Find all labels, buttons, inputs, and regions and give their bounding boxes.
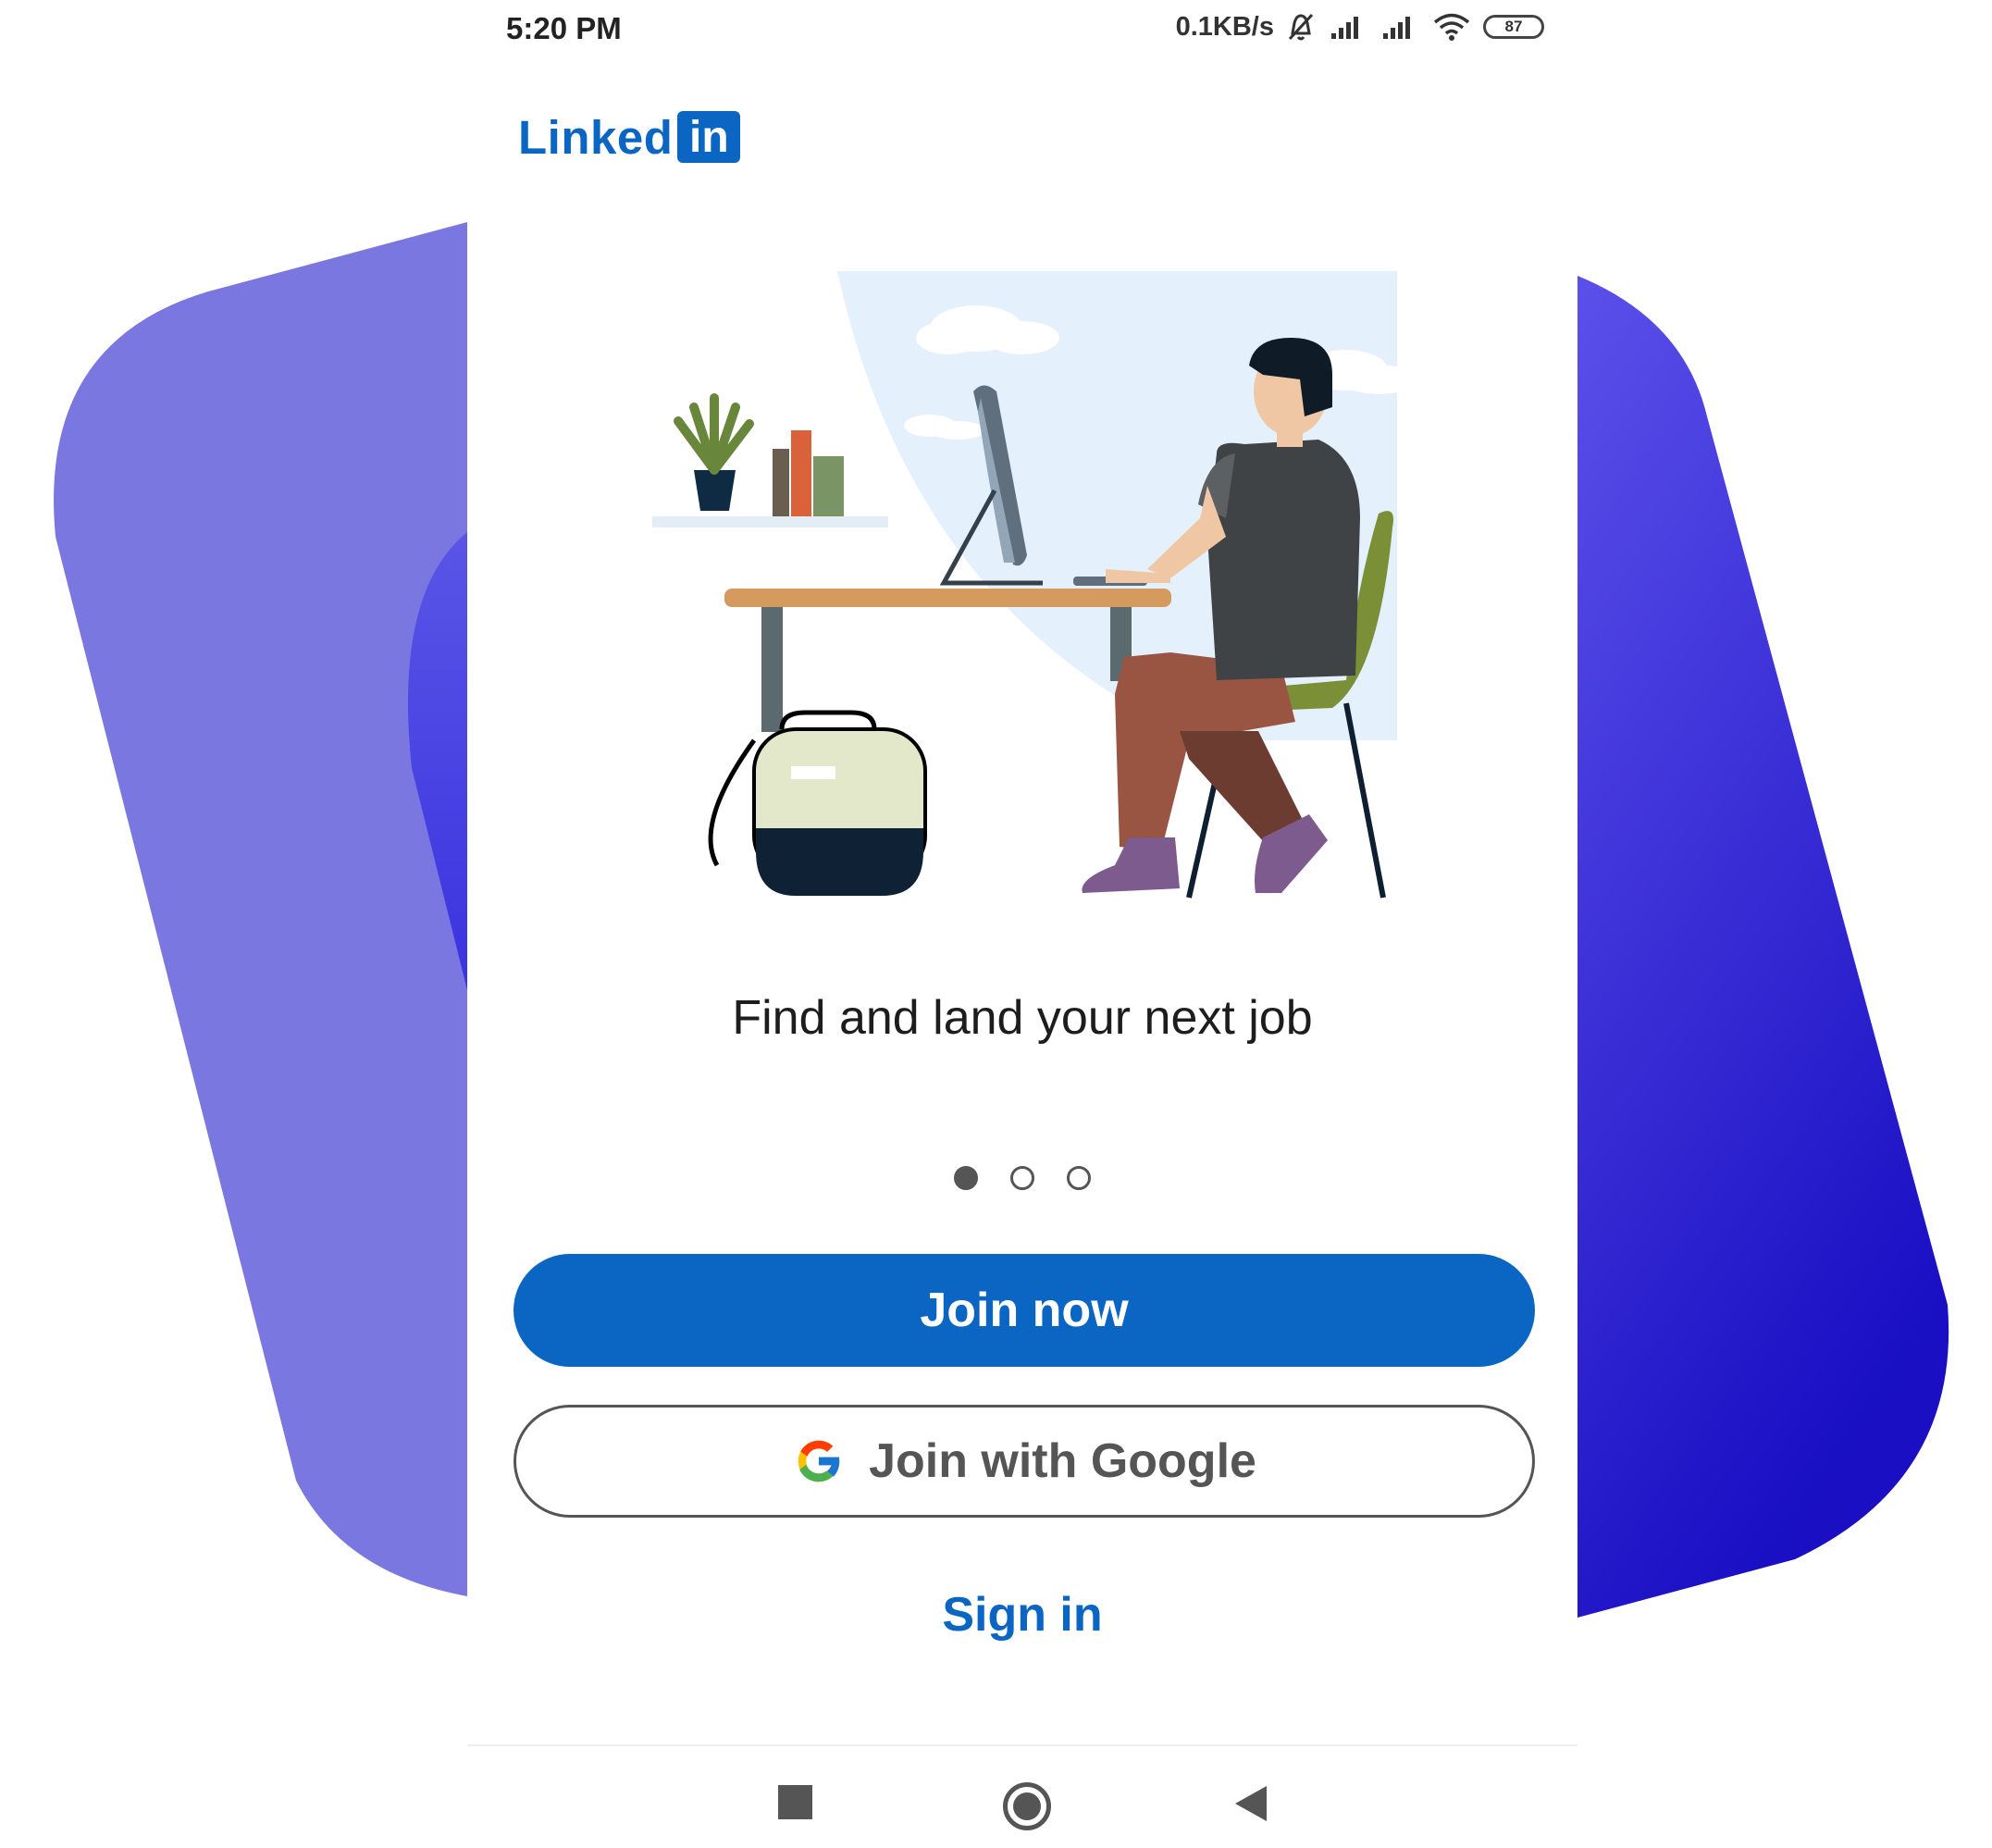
home-circle-icon[interactable] <box>1003 1782 1051 1830</box>
join-now-button[interactable]: Join now <box>513 1254 1535 1367</box>
status-time: 5:20 PM <box>506 11 622 45</box>
battery-icon: 87 <box>1483 15 1544 39</box>
join-now-label: Join now <box>920 1284 1129 1337</box>
join-with-google-button[interactable]: Join with Google <box>513 1405 1535 1518</box>
carousel-dot-1[interactable] <box>954 1166 978 1190</box>
phone-screen: 5:20 PM 0.1KB/s 87 Linked in Find and la… <box>467 0 1578 1848</box>
carousel-dot-3[interactable] <box>1067 1166 1091 1190</box>
back-triangle-icon[interactable] <box>1235 1786 1267 1821</box>
carousel-dot-2[interactable] <box>1010 1166 1034 1190</box>
left-bg-shape <box>54 222 468 1596</box>
signal-icon <box>1383 17 1410 39</box>
status-bar: 5:20 PM 0.1KB/s 87 <box>467 0 1578 59</box>
recents-square-icon[interactable] <box>778 1785 812 1819</box>
page-headline: Find and land your next job <box>732 991 1313 1045</box>
carousel-indicator <box>467 1166 1578 1190</box>
mute-bell-icon <box>1288 13 1314 41</box>
signal-icon <box>1331 17 1358 39</box>
job-illustration <box>652 271 1416 899</box>
network-speed: 0.1KB/s <box>1175 11 1274 42</box>
status-right: 0.1KB/s 87 <box>1176 11 1544 43</box>
google-g-icon <box>798 1440 841 1482</box>
join-with-google-label: Join with Google <box>869 1434 1256 1488</box>
wifi-icon <box>1433 13 1470 41</box>
sign-in-link[interactable]: Sign in <box>467 1587 1578 1643</box>
linkedin-logo: Linked in <box>518 109 741 165</box>
right-bg-shape <box>1578 276 1949 1618</box>
logo-in-box: in <box>677 111 741 163</box>
logo-wordmark: Linked <box>518 110 674 164</box>
nav-divider <box>467 1744 1578 1746</box>
